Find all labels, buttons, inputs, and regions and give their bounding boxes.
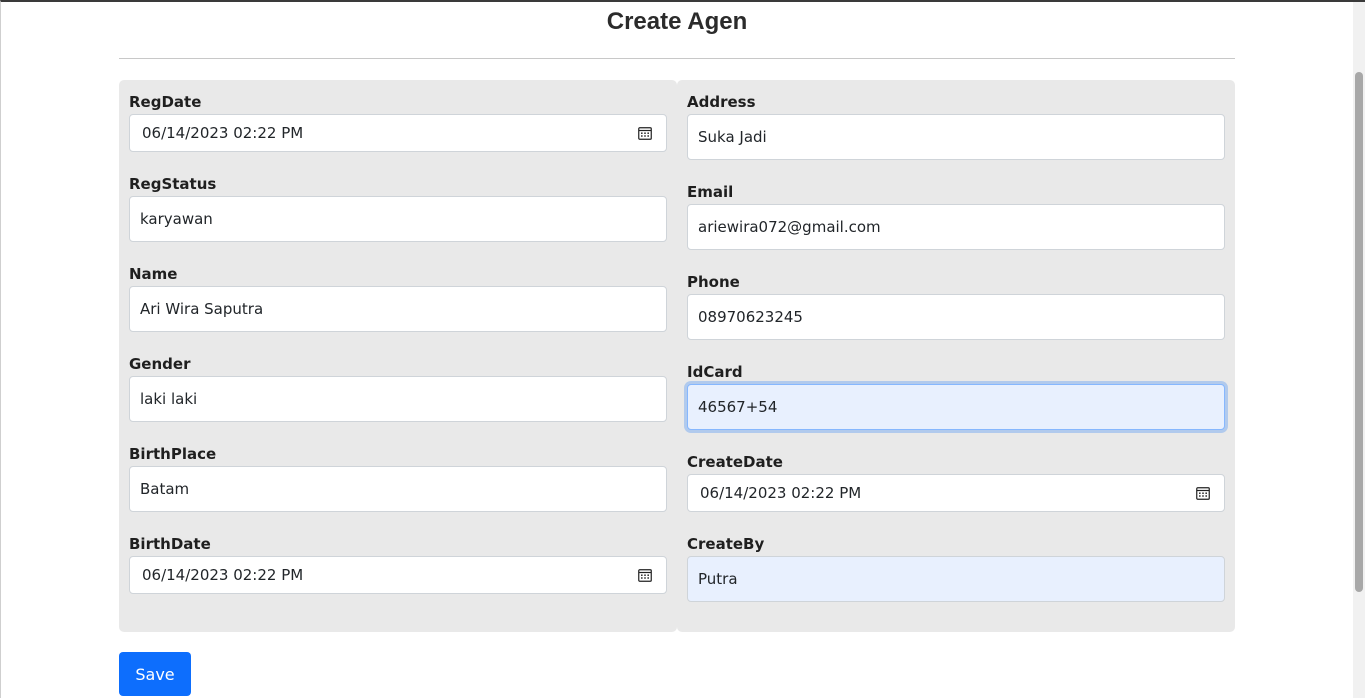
calendar-icon[interactable] (638, 126, 652, 140)
field-phone: Phone 08970623245 (687, 272, 1225, 340)
input-value: 46567+54 (698, 398, 778, 416)
idcard-input[interactable]: 46567+54 (687, 384, 1225, 430)
field-birthplace: BirthPlace Batam (129, 444, 667, 512)
app-window: Create Agen RegDate 06/14/2023 02:22 PM (0, 0, 1365, 698)
phone-input[interactable]: 08970623245 (687, 294, 1225, 340)
input-value: laki laki (140, 390, 198, 408)
vertical-scrollbar[interactable] (1353, 2, 1365, 698)
regdate-input[interactable]: 06/14/2023 02:22 PM (129, 114, 667, 152)
field-label: BirthPlace (129, 445, 217, 463)
input-value: 06/14/2023 02:22 PM (142, 566, 304, 584)
calendar-icon[interactable] (638, 568, 652, 582)
field-label: Address (687, 93, 756, 111)
createdate-input[interactable]: 06/14/2023 02:22 PM (687, 474, 1225, 512)
field-idcard: IdCard 46567+54 (687, 362, 1225, 430)
calendar-icon[interactable] (1196, 486, 1210, 500)
input-value: karyawan (140, 210, 213, 228)
address-input[interactable]: Suka Jadi (687, 114, 1225, 160)
field-label: Email (687, 183, 734, 201)
field-label: RegStatus (129, 175, 217, 193)
input-value: ariewira072@gmail.com (698, 218, 881, 236)
field-createdate: CreateDate 06/14/2023 02:22 PM (687, 452, 1225, 512)
title-divider (119, 58, 1235, 59)
field-name: Name Ari Wira Saputra (129, 264, 667, 332)
input-value: Batam (140, 480, 190, 498)
field-email: Email ariewira072@gmail.com (687, 182, 1225, 250)
field-gender: Gender laki laki (129, 354, 667, 422)
field-label: IdCard (687, 363, 743, 381)
input-value: 06/14/2023 02:22 PM (700, 484, 862, 502)
input-value: Ari Wira Saputra (140, 300, 264, 318)
field-label: RegDate (129, 93, 202, 111)
birthdate-input[interactable]: 06/14/2023 02:22 PM (129, 556, 667, 594)
gender-input[interactable]: laki laki (129, 376, 667, 422)
form-panel-left: RegDate 06/14/2023 02:22 PM RegStatus ka… (119, 80, 677, 632)
field-label: CreateBy (687, 535, 765, 553)
input-value: 06/14/2023 02:22 PM (142, 124, 304, 142)
input-value: 08970623245 (698, 308, 803, 326)
field-address: Address Suka Jadi (687, 92, 1225, 160)
field-label: Phone (687, 273, 740, 291)
input-value: Putra (698, 570, 738, 588)
save-button[interactable]: Save (119, 652, 191, 696)
field-createby: CreateBy Putra (687, 534, 1225, 602)
form-panel-right: Address Suka Jadi Email ariewira072@gmai… (677, 80, 1235, 632)
birthplace-input[interactable]: Batam (129, 466, 667, 512)
field-regstatus: RegStatus karyawan (129, 174, 667, 242)
scrollbar-thumb[interactable] (1355, 72, 1363, 592)
field-label: BirthDate (129, 535, 211, 553)
regstatus-input[interactable]: karyawan (129, 196, 667, 242)
input-value: Suka Jadi (698, 128, 767, 146)
email-input[interactable]: ariewira072@gmail.com (687, 204, 1225, 250)
field-label: Gender (129, 355, 191, 373)
field-birthdate: BirthDate 06/14/2023 02:22 PM (129, 534, 667, 594)
field-label: CreateDate (687, 453, 783, 471)
field-label: Name (129, 265, 178, 283)
createby-input[interactable]: Putra (687, 556, 1225, 602)
name-input[interactable]: Ari Wira Saputra (129, 286, 667, 332)
page-title: Create Agen (606, 8, 748, 35)
field-regdate: RegDate 06/14/2023 02:22 PM (129, 92, 667, 152)
